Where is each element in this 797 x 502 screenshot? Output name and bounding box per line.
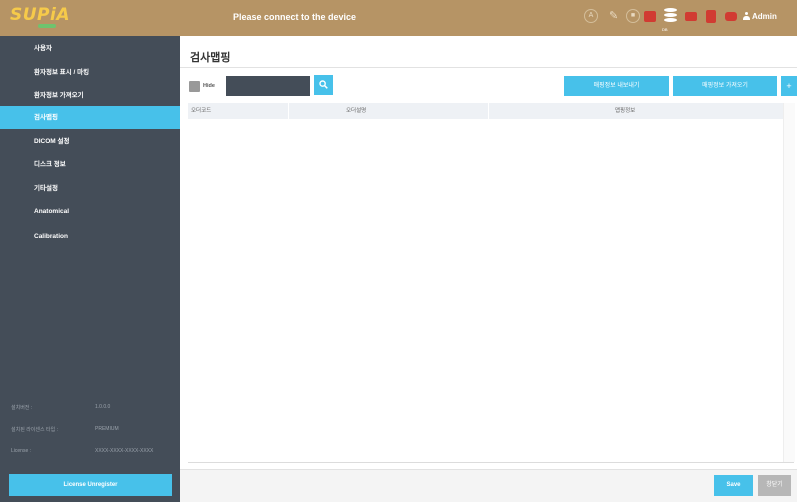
sidebar: 사용자 환자정보 표시 / 마킹 환자정보 가져오기 검사맵핑 DICOM 설정… <box>0 36 180 502</box>
a-circle-icon[interactable]: A <box>584 9 598 23</box>
license-label: License : <box>11 448 32 454</box>
logo-accent <box>38 24 56 28</box>
user-name[interactable]: Admin <box>752 12 777 21</box>
title-divider <box>180 67 797 68</box>
column-order-desc[interactable]: 오더설명 <box>346 103 366 119</box>
sidebar-item-anatomical[interactable]: Anatomical <box>0 200 180 223</box>
sidebar-item-patient-display[interactable]: 환자정보 표시 / 마킹 <box>0 61 180 84</box>
license-value: XXXX-XXXX-XXXX-XXXX <box>95 448 154 454</box>
close-window-button[interactable]: 창닫기 <box>758 475 791 496</box>
stop-circle-icon[interactable]: ■ <box>626 9 640 23</box>
device-icon[interactable] <box>706 10 716 23</box>
save-button[interactable]: Save <box>714 475 753 496</box>
table-header: 오더코드 오더설명 맵핑정보 <box>188 103 794 119</box>
pencil-icon[interactable]: ✎ <box>609 9 618 22</box>
sidebar-item-dicom[interactable]: DICOM 설정 <box>0 130 180 153</box>
sidebar-item-disk[interactable]: 디스크 정보 <box>0 153 180 176</box>
database-label: DB <box>662 27 668 32</box>
search-icon <box>319 80 328 89</box>
top-bar <box>0 0 797 36</box>
column-divider <box>288 103 289 119</box>
footer-bar <box>180 470 797 502</box>
monitor-icon[interactable] <box>644 11 656 22</box>
column-order-code[interactable]: 오더코드 <box>191 103 211 119</box>
connection-status: Please connect to the device <box>233 12 357 22</box>
hide-checkbox[interactable] <box>189 81 200 92</box>
sidebar-item-other[interactable]: 기타설정 <box>0 177 180 200</box>
sidebar-item-users[interactable]: 사용자 <box>0 37 180 60</box>
import-mapping-button[interactable]: 매핑정보 가져오기 <box>673 76 777 96</box>
mapping-table-body <box>188 119 794 463</box>
export-mapping-button[interactable]: 매핑정보 내보내기 <box>564 76 669 96</box>
column-divider <box>488 103 489 119</box>
sidebar-item-exam-mapping[interactable]: 검사맵핑 <box>0 106 180 129</box>
license-unregister-button[interactable]: License Unregister <box>9 474 172 496</box>
sidebar-item-calibration[interactable]: Calibration <box>0 225 180 248</box>
column-mapping-info[interactable]: 맵핑정보 <box>615 103 635 119</box>
app-logo: SUPiA <box>10 5 70 25</box>
user-icon <box>743 12 750 20</box>
version-value: 1.0.0.0 <box>95 404 111 410</box>
search-button[interactable] <box>314 75 333 95</box>
search-input[interactable] <box>226 76 310 96</box>
table-scrollbar[interactable] <box>783 103 795 462</box>
sidebar-item-patient-import[interactable]: 환자정보 가져오기 <box>0 84 180 107</box>
license-type-label: 설치된 라이센스 타입 : <box>11 427 58 433</box>
database-icon[interactable] <box>664 8 677 23</box>
add-button[interactable]: + <box>781 76 797 96</box>
hide-label: Hide <box>203 83 215 89</box>
version-label: 설치버전 : <box>11 405 33 411</box>
grid-icon[interactable] <box>685 12 697 21</box>
license-type-value: PREMIUM <box>95 426 119 432</box>
page-title: 검사맵핑 <box>190 52 231 64</box>
printer-icon[interactable] <box>725 12 737 21</box>
